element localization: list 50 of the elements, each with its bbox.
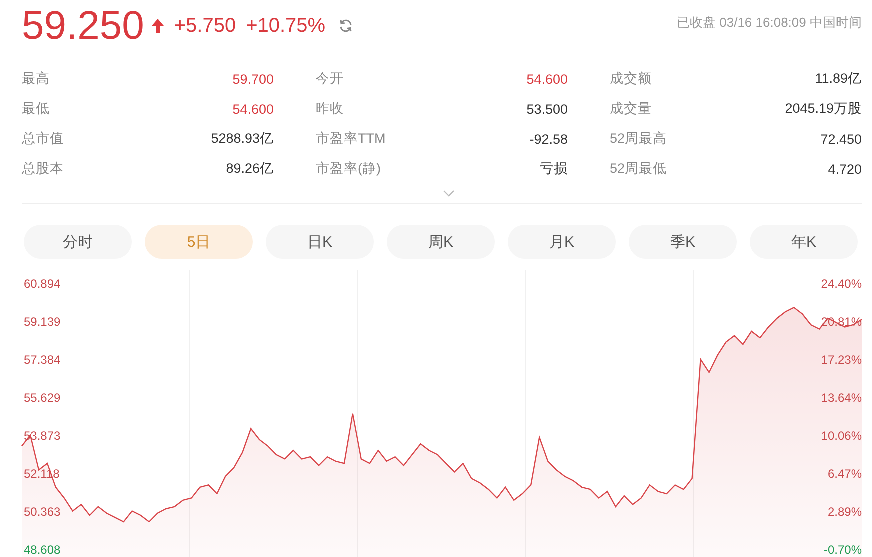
stat-value: 4.720 xyxy=(828,162,862,176)
stat-label: 总市值 xyxy=(22,130,64,148)
price-change: +5.750 xyxy=(174,14,236,38)
refresh-icon[interactable] xyxy=(338,18,354,34)
stat-value: 72.450 xyxy=(820,132,862,146)
stock-price: 59.250 xyxy=(22,4,144,48)
stat-value: 亏损 xyxy=(540,160,568,178)
axis-label: 59.139 xyxy=(24,315,61,329)
axis-label: 17.23% xyxy=(821,353,862,367)
stat-label: 昨收 xyxy=(316,100,344,118)
period-tab[interactable]: 周K xyxy=(387,225,495,259)
stat-label: 市盈率(静) xyxy=(316,160,381,178)
period-tab[interactable]: 月K xyxy=(508,225,616,259)
stat-value: -92.58 xyxy=(530,132,568,146)
stat-value: 89.26亿 xyxy=(226,160,274,178)
stat-label: 最高 xyxy=(22,70,50,88)
stat-value: 54.600 xyxy=(232,102,274,116)
stat-label: 52周最低 xyxy=(610,160,668,178)
period-tab[interactable]: 分时 xyxy=(24,225,132,259)
period-tab[interactable]: 年K xyxy=(750,225,858,259)
stat-label: 成交量 xyxy=(610,100,652,118)
stat-value: 53.500 xyxy=(526,102,568,116)
stat-label: 52周最高 xyxy=(610,130,668,148)
chevron-down-icon[interactable] xyxy=(443,190,455,198)
axis-label: 55.629 xyxy=(24,391,61,405)
stat-value: 54.600 xyxy=(526,72,568,86)
stat-label: 总股本 xyxy=(22,160,64,178)
axis-label: 57.384 xyxy=(24,353,61,367)
axis-label: 48.608 xyxy=(24,543,61,557)
stat-label: 最低 xyxy=(22,100,50,118)
stat-label: 市盈率TTM xyxy=(316,130,386,148)
period-tab[interactable]: 日K xyxy=(266,225,374,259)
axis-label: 24.40% xyxy=(821,277,862,291)
axis-label: 6.47% xyxy=(828,467,862,481)
period-tab[interactable]: 季K xyxy=(629,225,737,259)
percent-change: +10.75% xyxy=(246,14,326,38)
axis-label: 60.894 xyxy=(24,277,61,291)
market-status: 已收盘 03/16 16:08:09 中国时间 xyxy=(677,14,862,32)
axis-label: 10.06% xyxy=(821,429,862,443)
axis-label: -0.70% xyxy=(824,543,862,557)
stat-value: 5288.93亿 xyxy=(211,130,274,148)
stat-label: 成交额 xyxy=(610,70,652,88)
axis-label: 50.363 xyxy=(24,505,61,519)
stat-value: 2045.19万股 xyxy=(785,100,862,118)
axis-label: 2.89% xyxy=(828,505,862,519)
stat-label: 今开 xyxy=(316,70,344,88)
axis-label: 13.64% xyxy=(821,391,862,405)
stat-value: 59.700 xyxy=(232,72,274,86)
stat-value: 11.89亿 xyxy=(815,70,862,88)
axis-label: 53.873 xyxy=(24,429,61,443)
